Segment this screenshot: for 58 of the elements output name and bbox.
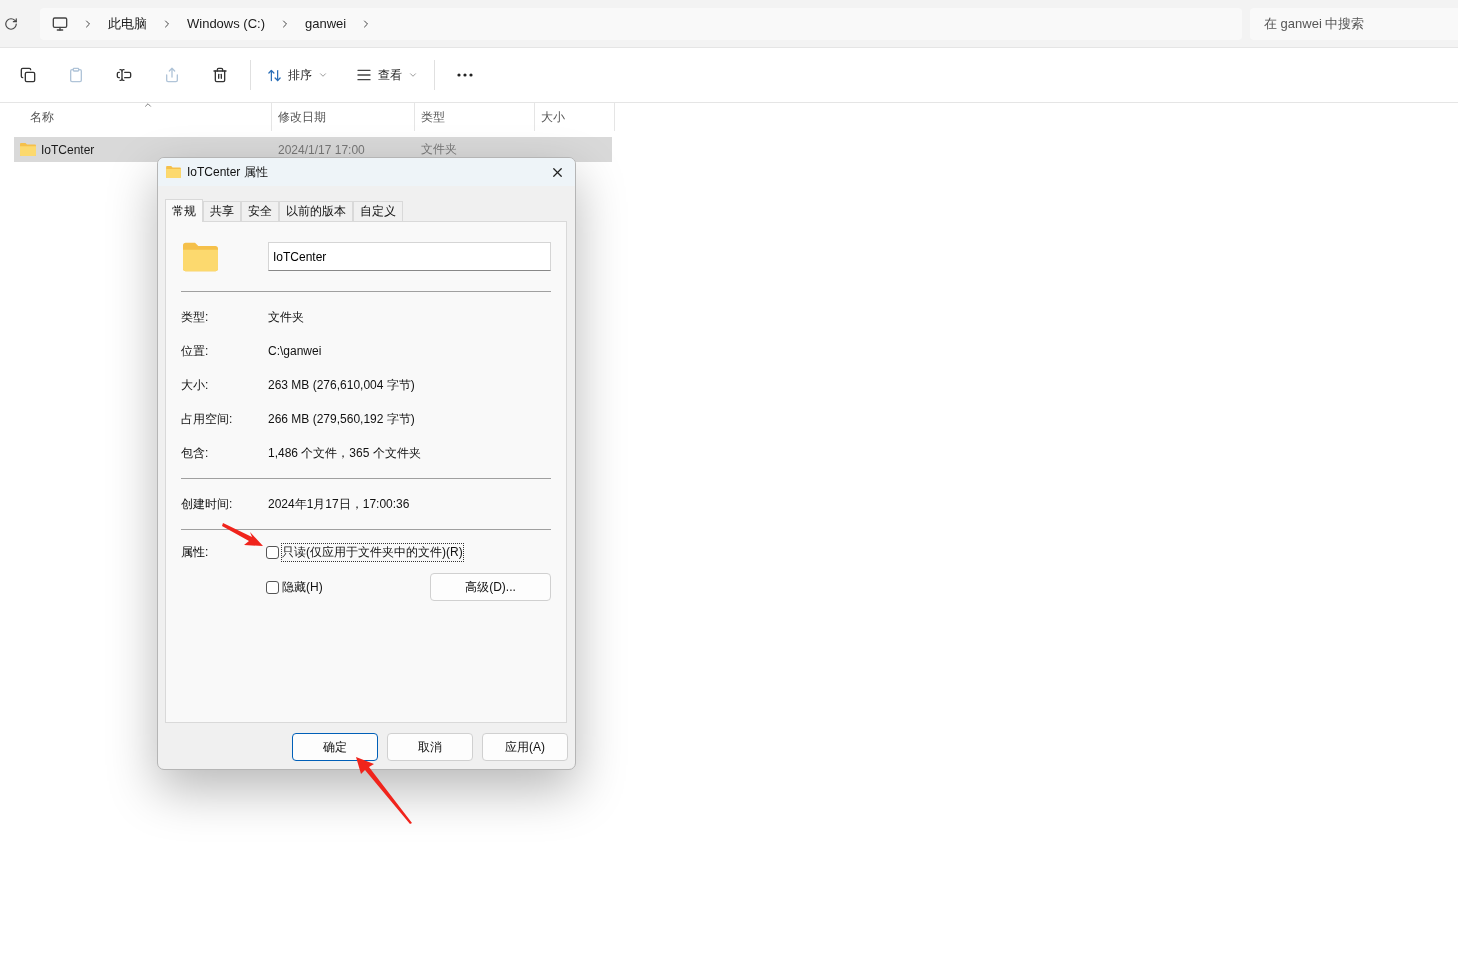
property-label: 类型: [181,308,210,326]
breadcrumb-item[interactable]: 此电脑 [108,14,147,33]
checkbox-label[interactable]: 隐藏(H) [282,578,323,596]
column-header[interactable]: 修改日期 [272,103,415,131]
sort-button[interactable]: 排序 [257,58,338,92]
chevron-down-icon [318,70,328,80]
attributes-label: 属性: [181,544,210,561]
breadcrumb-item[interactable]: ganwei [305,16,347,31]
checkbox[interactable] [266,546,279,559]
column-header[interactable]: 大小 [535,103,615,131]
dialog-tab[interactable]: 自定义 [353,201,403,221]
property-label: 位置: [181,342,210,360]
sort-arrows-icon [267,67,282,83]
property-value: 1,486 个文件，365 个文件夹 [268,444,422,462]
view-button[interactable]: 查看 [346,58,428,92]
dialog-tab[interactable]: 安全 [241,201,279,221]
property-value: 266 MB (279,560,192 字节) [268,410,416,428]
column-header[interactable]: 类型 [415,103,535,131]
checkbox-label[interactable]: 只读(仅应用于文件夹中的文件)(R) [282,544,463,561]
property-label: 包含: [181,444,210,462]
copy-icon [20,67,36,83]
dialog-button[interactable]: 确定 [292,733,378,761]
dialog-button[interactable]: 应用(A) [482,733,568,761]
computer-icon[interactable] [52,15,68,32]
file-name: IoTCenter [41,142,95,157]
column-header[interactable]: 名称 [14,103,272,131]
clipboard-icon [68,67,84,83]
folder-icon [20,143,36,156]
breadcrumb-item[interactable]: Windows (C:) [187,16,265,31]
modified-cell-text: 2024/1/17 17:00 [277,141,366,159]
more-icon [457,73,473,77]
property-value: 263 MB (276,610,004 字节) [268,376,416,394]
folder-icon [166,166,181,178]
dialog-button[interactable]: 取消 [387,733,473,761]
annotation-arrow [222,522,264,548]
type-cell-text: 文件夹 [420,141,458,158]
annotation-arrow [355,756,413,824]
dialog-title: IoTCenter 属性 [187,163,269,181]
dialog-tab[interactable]: 常规 [165,199,203,222]
share-icon [164,67,180,83]
search-field[interactable]: 在 ganwei 中搜索 [1250,7,1458,40]
property-value: 2024年1月17日，17:00:36 [268,495,411,513]
property-label: 创建时间: [181,495,234,513]
advanced-button[interactable]: 高级(D)... [430,573,551,601]
property-value: 文件夹 [268,308,305,326]
dialog-tab[interactable]: 以前的版本 [279,201,353,221]
lines-icon [356,67,372,83]
checkbox[interactable] [266,580,279,594]
rename-icon [116,67,132,83]
property-label: 大小: [181,376,210,394]
refresh-icon[interactable] [4,16,18,31]
folder-icon [183,241,218,272]
chevron-down-icon [408,70,418,80]
property-label: 占用空间: [181,410,234,428]
name-field[interactable]: IoTCenter [268,242,551,271]
property-value: C:\ganwei [268,344,323,358]
dialog-tab[interactable]: 共享 [203,201,241,221]
trash-icon [212,67,228,83]
